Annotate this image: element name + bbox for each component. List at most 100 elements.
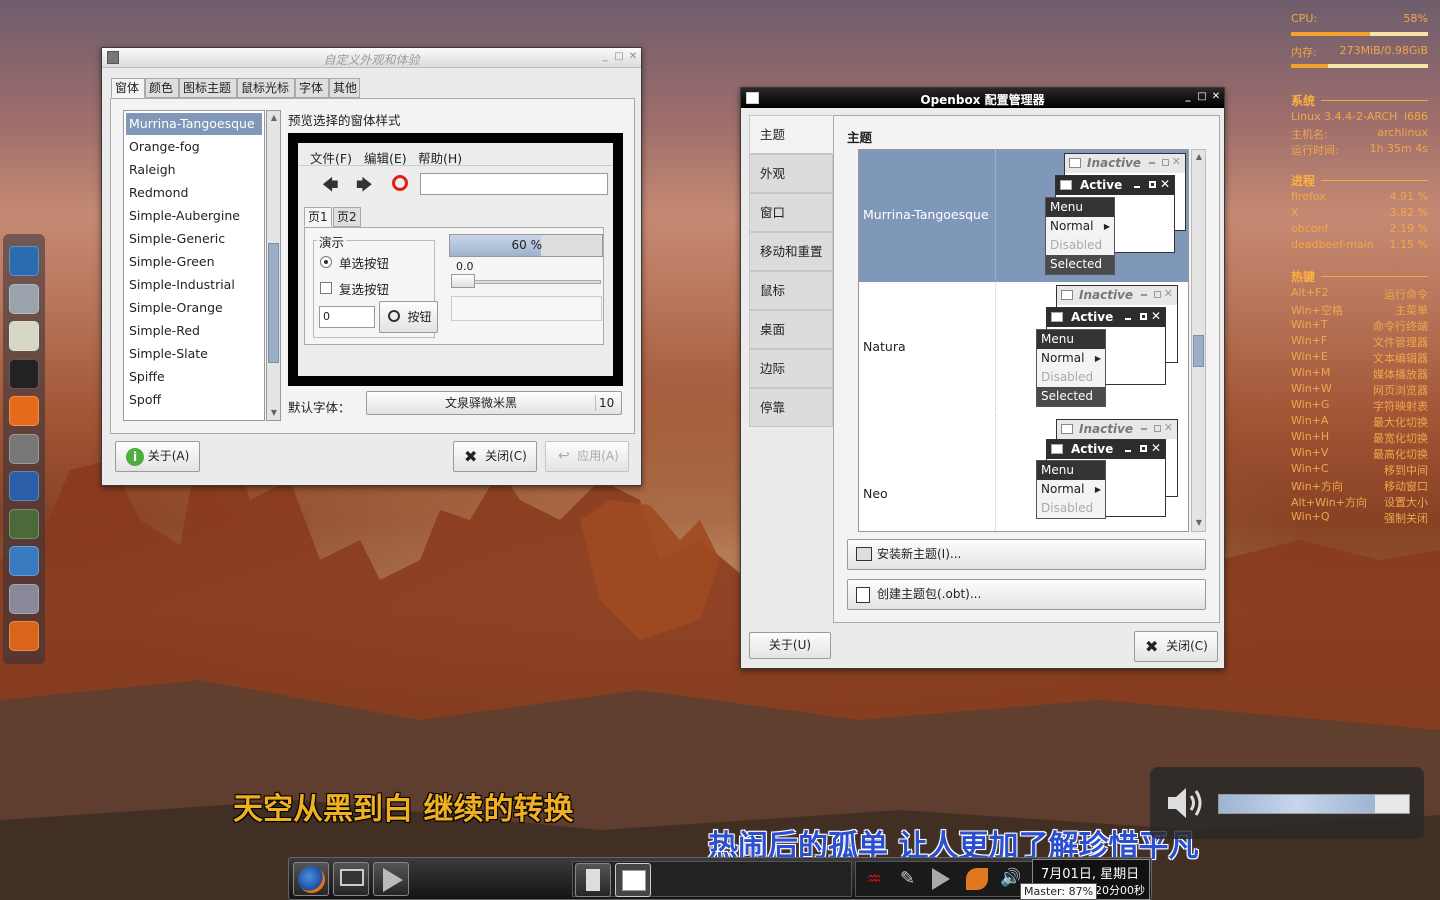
theme-list-item[interactable]: Redmond: [126, 182, 262, 204]
pen-icon[interactable]: [9, 546, 39, 576]
forward-arrow-icon[interactable]: 🡆: [356, 174, 373, 201]
preview-menu-item[interactable]: 帮助(H): [418, 148, 462, 167]
leaf-icon[interactable]: [966, 868, 988, 890]
spin-button[interactable]: 0: [319, 306, 375, 328]
back-arrow-icon[interactable]: 🡄: [322, 174, 339, 201]
tab-3[interactable]: 鼠标光标: [237, 78, 295, 98]
scroll-down-icon[interactable]: ▼: [1193, 518, 1205, 527]
firefox-icon[interactable]: [9, 396, 39, 426]
check-box[interactable]: [320, 282, 332, 294]
theme-list-item[interactable]: Spiffe: [126, 366, 262, 388]
radio-button[interactable]: [320, 256, 332, 268]
pen-icon[interactable]: ✎: [900, 868, 915, 889]
minimize-icon[interactable]: _: [1182, 91, 1194, 103]
scale-handle[interactable]: [451, 274, 475, 288]
subtitle-line-1: 天空从黑到白 继续的转换: [233, 792, 574, 827]
scroll-thumb[interactable]: [1193, 335, 1204, 367]
desktop-launcher[interactable]: [333, 862, 369, 896]
stop-icon[interactable]: [392, 175, 408, 191]
sidebar-tab[interactable]: 鼠标: [749, 271, 833, 310]
tab-5[interactable]: 其他: [329, 78, 360, 98]
theme-list-item[interactable]: Orange-fog: [126, 136, 262, 158]
text-editor-icon[interactable]: [9, 321, 39, 351]
file-cabinet-icon[interactable]: [9, 283, 39, 314]
process-row: obconf 2.19 %: [1291, 222, 1428, 236]
media-launcher[interactable]: [373, 862, 409, 896]
openbox-about-button[interactable]: 关于(U): [749, 632, 831, 659]
sidebar-tab[interactable]: 桌面: [749, 310, 833, 349]
section-title: 主题: [847, 130, 873, 145]
appearance-titlebar[interactable]: 自定义外观和体验 _ □ ✕: [102, 48, 641, 68]
preview-tab[interactable]: 页1: [304, 207, 332, 227]
openbox-theme-row[interactable]: Murrina-Tangoesque Inactive ✕ Active ✕ Menu No…: [859, 150, 1188, 282]
maximize-icon[interactable]: □: [613, 51, 625, 63]
about-button-label: 关于(A): [147, 449, 190, 463]
scroll-up-icon[interactable]: ▲: [1193, 152, 1205, 161]
sidebar-tab[interactable]: 主题: [749, 115, 833, 154]
terminal-icon[interactable]: [9, 358, 39, 389]
tab-0[interactable]: 窗体: [111, 78, 145, 98]
minimize-icon[interactable]: _: [599, 51, 611, 63]
preview-button[interactable]: 按钮: [379, 301, 438, 333]
system-info-row: 运行时间: 1h 35m 4s: [1291, 142, 1428, 157]
hotkey-action: 文本编辑器: [1373, 352, 1428, 365]
preview-menu-item[interactable]: 编辑(E): [364, 148, 407, 167]
preview-tab[interactable]: 页2: [333, 207, 361, 227]
hotkey-key: Win+A: [1291, 414, 1329, 427]
theme-list-item[interactable]: Simple-Generic: [126, 228, 262, 250]
scroll-thumb[interactable]: [268, 243, 279, 363]
theme-list-item[interactable]: Simple-Orange: [126, 297, 262, 319]
sidebar-tab[interactable]: 外观: [749, 154, 833, 193]
anchor-icon[interactable]: [9, 246, 39, 276]
sidebar-tab[interactable]: 窗口: [749, 193, 833, 232]
scroll-up-icon[interactable]: ▲: [268, 113, 280, 122]
install-theme-button[interactable]: 安装新主题(I)...: [847, 539, 1206, 570]
video-player-icon[interactable]: [9, 471, 39, 501]
volume-icon[interactable]: 🔊: [1000, 868, 1021, 888]
theme-list-item[interactable]: Spoff: [126, 389, 262, 411]
openbox-theme-row[interactable]: Neo Inactive ✕ Active ✕ Menu Normal ▶ Disabled: [859, 415, 1188, 531]
task-appearance-window[interactable]: [575, 863, 611, 897]
preview-combo[interactable]: [451, 296, 602, 321]
theme-list-item[interactable]: Simple-Aubergine: [126, 205, 262, 227]
theme-list-item[interactable]: Simple-Red: [126, 320, 262, 342]
theme-list[interactable]: Murrina-Tangoesque Orange-fog Raleigh Redmo…: [123, 110, 265, 421]
feather-icon[interactable]: [9, 621, 39, 651]
tab-2[interactable]: 图标主题: [179, 78, 237, 98]
media-play-icon[interactable]: [9, 433, 39, 464]
tab-1[interactable]: 颜色: [145, 78, 179, 98]
sidebar-tab[interactable]: 边际: [749, 349, 833, 388]
preview-menu-item[interactable]: 文件(F): [310, 148, 352, 167]
firefox-launcher[interactable]: [293, 862, 329, 896]
deadbeef-icon[interactable]: ♒: [866, 869, 882, 890]
create-theme-button[interactable]: 创建主题包(.obt)...: [847, 579, 1206, 610]
openbox-titlebar[interactable]: Openbox 配置管理器 _ □ ✕: [741, 88, 1224, 108]
theme-list-scrollbar[interactable]: ▲ ▼: [266, 110, 281, 421]
theme-list-item[interactable]: Raleigh: [126, 159, 262, 181]
font-picker-button[interactable]: 文泉驿微米黑 10: [366, 391, 622, 415]
media-play-icon[interactable]: [932, 868, 950, 890]
theme-list-item[interactable]: Simple-Slate: [126, 343, 262, 365]
openbox-theme-scrollbar[interactable]: ▲ ▼: [1191, 149, 1206, 532]
apply-button[interactable]: ↩ 应用(A): [545, 441, 629, 472]
theme-list-item[interactable]: Murrina-Tangoesque: [126, 113, 262, 135]
openbox-theme-list[interactable]: Murrina-Tangoesque Inactive ✕ Active ✕ Menu No…: [858, 149, 1189, 532]
sidebar-tab[interactable]: 停靠: [749, 388, 833, 427]
tab-4[interactable]: 字体: [295, 78, 329, 98]
task-openbox-window[interactable]: [615, 863, 651, 897]
close-icon[interactable]: ✕: [1210, 91, 1222, 103]
openbox-theme-row[interactable]: Natura Inactive ✕ Active ✕ Menu Normal ▶ Disable…: [859, 282, 1188, 415]
openbox-close-button[interactable]: ✖ 关闭(C): [1134, 631, 1218, 662]
calculator-icon[interactable]: [9, 583, 39, 614]
maximize-icon[interactable]: □: [1196, 91, 1208, 103]
hotkey-row: Win+H 最宽化切换: [1291, 430, 1428, 445]
globe-icon[interactable]: [9, 508, 39, 539]
theme-list-item[interactable]: Simple-Green: [126, 251, 262, 273]
theme-list-item[interactable]: Simple-Industrial: [126, 274, 262, 296]
scroll-down-icon[interactable]: ▼: [268, 408, 280, 417]
close-icon[interactable]: ✕: [627, 51, 639, 63]
preview-entry[interactable]: [420, 173, 608, 195]
sidebar-tab[interactable]: 移动和重置: [749, 232, 833, 271]
close-button[interactable]: ✖ 关闭(C): [453, 441, 537, 472]
about-button[interactable]: i 关于(A): [115, 441, 200, 472]
